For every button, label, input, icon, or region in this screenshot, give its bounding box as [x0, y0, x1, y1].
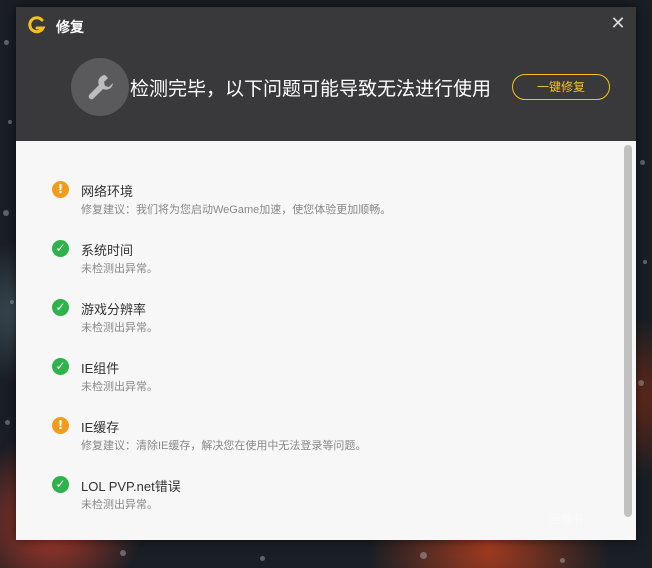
- dialog-title: 修复: [56, 19, 84, 35]
- item-name: 游戏分辨率: [81, 302, 147, 317]
- list-item: ✓ LOL PVP.net错误 未检测出异常。: [52, 476, 592, 516]
- list-item: ! 网络环境 修复建议：我们将为您启动WeGame加速，使您体验更加顺畅。: [52, 181, 592, 221]
- dialog-header: 修复 ✕ 检测完毕，以下问题可能导致无法进行使用 一键修复: [16, 7, 636, 141]
- item-desc: 未检测出异常。: [81, 263, 158, 275]
- check-icon: ✓: [52, 476, 69, 493]
- wegame-logo-icon: [28, 16, 46, 34]
- list-item: ✓ 系统时间 未检测出异常。: [52, 240, 592, 280]
- list-item: ! IE缓存 修复建议：清除IE缓存，解决您在使用中无法登录等问题。: [52, 417, 592, 457]
- item-desc: 未检测出异常。: [81, 322, 158, 334]
- item-desc: 未检测出异常。: [81, 381, 158, 393]
- item-name: IE组件: [81, 361, 120, 376]
- issue-list: ! 网络环境 修复建议：我们将为您启动WeGame加速，使您体验更加顺畅。 ✓ …: [16, 141, 636, 540]
- watermark: 经验书: [550, 514, 583, 526]
- warning-icon: !: [52, 181, 69, 198]
- scrollbar-thumb[interactable]: [624, 145, 632, 517]
- scrollbar[interactable]: [622, 143, 634, 519]
- item-name: LOL PVP.net错误: [81, 479, 181, 494]
- close-button[interactable]: ✕: [608, 14, 628, 34]
- item-name: 网络环境: [81, 184, 134, 199]
- warning-icon: !: [52, 417, 69, 434]
- item-desc: 未检测出异常。: [81, 499, 158, 511]
- check-icon: ✓: [52, 240, 69, 257]
- list-item: ✓ 游戏分辨率 未检测出异常。: [52, 299, 592, 339]
- check-icon: ✓: [52, 299, 69, 316]
- check-icon: ✓: [52, 358, 69, 375]
- item-desc: 修复建议：清除IE缓存，解决您在使用中无法登录等问题。: [81, 440, 367, 452]
- one-click-fix-button[interactable]: 一键修复: [512, 74, 610, 100]
- item-name: IE缓存: [81, 420, 120, 435]
- item-name: 系统时间: [81, 243, 134, 258]
- wrench-icon: [71, 58, 129, 116]
- list-item: ✓ IE组件 未检测出异常。: [52, 358, 592, 398]
- scan-result-headline: 检测完毕，以下问题可能导致无法进行使用: [130, 79, 492, 100]
- repair-dialog: 修复 ✕ 检测完毕，以下问题可能导致无法进行使用 一键修复 ! 网络环境 修复建…: [16, 7, 636, 540]
- item-desc: 修复建议：我们将为您启动WeGame加速，使您体验更加顺畅。: [81, 204, 392, 216]
